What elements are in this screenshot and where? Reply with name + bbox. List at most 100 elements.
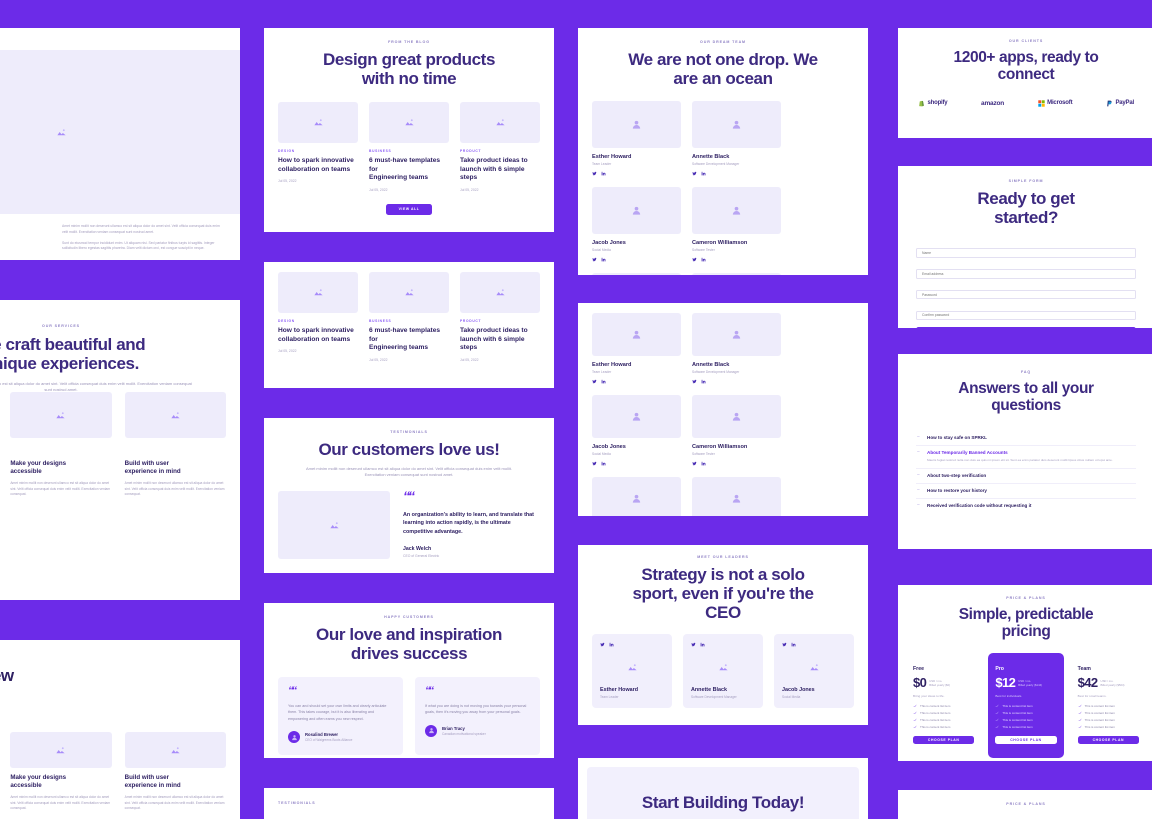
linkedin-icon[interactable] xyxy=(701,257,706,262)
testimonial-quote: An organization's ability to learn, and … xyxy=(403,511,534,535)
plan-price-line: $42 USD / mo. Billed yearly ($504) xyxy=(1078,676,1139,689)
team-member-photo xyxy=(692,477,781,516)
linkedin-icon[interactable] xyxy=(701,379,706,384)
blog-post-tag: PRODUCT xyxy=(460,149,482,154)
new-powers-card: Build with user experience in mind Amet … xyxy=(125,774,226,812)
team-member-card: Esther Howard Team Leader xyxy=(592,313,681,384)
team-member-name: Annette Black xyxy=(692,154,730,161)
twitter-icon[interactable] xyxy=(692,171,697,176)
leaders-section: MEET OUR LEADERS Strategy is not a solo … xyxy=(578,545,868,725)
testimonial-subtitle: Amet minim mollit non deserunt ullamco e… xyxy=(305,466,513,478)
team-member-role: Social Media xyxy=(592,248,611,253)
faq-item[interactable]: − About two-step verification xyxy=(916,469,1136,484)
blog-inner: FROM THE BLOG Design great products with… xyxy=(264,28,554,215)
twitter-icon[interactable] xyxy=(692,379,697,384)
blog-alt-inner: DESIGN How to spark innovative collabora… xyxy=(264,262,554,362)
linkedin-icon[interactable] xyxy=(601,461,606,466)
shopify-icon xyxy=(919,100,924,107)
hero-text-row: ur dream ke never Amet minim mollit non … xyxy=(0,224,240,260)
services-eyebrow: OUR SERVICES xyxy=(42,324,80,328)
twitter-icon[interactable] xyxy=(592,379,597,384)
choose-plan-button[interactable]: CHOOSE PLAN xyxy=(1077,735,1139,745)
team-member-photo xyxy=(592,395,681,438)
choose-plan-button[interactable]: CHOOSE PLAN xyxy=(995,735,1057,745)
email-field[interactable] xyxy=(916,269,1136,279)
password-field[interactable] xyxy=(916,289,1136,300)
plan-feature: This is content list item xyxy=(913,725,974,729)
plan-billing-meta: USD / mo. Billed yearly ($0) xyxy=(929,678,951,687)
image-placeholder-icon xyxy=(495,119,505,126)
team-eyebrow: OUR DREAM TEAM xyxy=(700,40,746,44)
pricing-header: PRICE & PLANS Simple, predictable pricin… xyxy=(898,585,1152,641)
faq-item[interactable]: − How to stay safe on SPRKL xyxy=(916,431,1136,446)
pricing-heading: Simple, predictable pricing xyxy=(958,606,1094,641)
testimonial-alt-inner: TESTIMONIALS xyxy=(264,788,554,805)
social-links xyxy=(692,171,781,176)
blog-post-card[interactable]: DESIGN How to spark innovative collabora… xyxy=(278,272,358,362)
faq-item[interactable]: − About Temporarily Banned Accounts Maur… xyxy=(916,446,1136,469)
twitter-icon[interactable] xyxy=(592,257,597,262)
linkedin-icon[interactable] xyxy=(601,379,606,384)
twitter-icon[interactable] xyxy=(592,461,597,466)
team-heading: We are not one drop. We are an ocean xyxy=(628,50,818,89)
blog-post-image xyxy=(460,272,540,313)
leader-role: Team Leader xyxy=(600,695,619,700)
plan-price: $12 xyxy=(995,674,1016,690)
faq-question: How to stay safe on SPRKL xyxy=(927,435,987,441)
plan-feature-label: This is content list item xyxy=(920,703,951,708)
blog-post-image xyxy=(278,272,358,313)
twitter-icon[interactable] xyxy=(592,171,597,176)
team-member-card: Albert Flores Project Manager xyxy=(692,273,781,275)
faq-question: Received verification code without reque… xyxy=(927,503,1032,509)
plan-price-line: $12 USD / mo. Billed yearly ($144) xyxy=(995,676,1056,689)
signup-eyebrow: SIMPLE FORM xyxy=(1008,179,1044,183)
love-header: HAPPY CUSTOMERS Our love and inspiration… xyxy=(264,603,554,663)
confirm-password-field[interactable] xyxy=(916,310,1136,321)
plan-feature: This is content list item xyxy=(913,704,974,708)
check-icon xyxy=(1078,711,1082,715)
signup-button[interactable]: SIGN UP xyxy=(916,327,1136,328)
blog-post-card[interactable]: BUSINESS 6 must-have templates for Engin… xyxy=(369,102,449,192)
name-field[interactable] xyxy=(916,248,1136,258)
blog-post-date: Jul 05, 2022 xyxy=(460,187,479,192)
blog-post-card[interactable]: PRODUCT Take product ideas to launch wit… xyxy=(460,102,540,192)
team-member-role: Team Leader xyxy=(592,162,612,167)
leader-photo xyxy=(691,647,755,687)
chevron-down-icon: − xyxy=(917,434,920,441)
check-icon xyxy=(913,718,917,722)
love-heading: Our love and inspiration drives success xyxy=(316,625,502,664)
twitter-icon[interactable] xyxy=(692,257,697,262)
blog-post-card[interactable]: DESIGN How to spark innovative collabora… xyxy=(278,102,358,192)
linkedin-icon[interactable] xyxy=(701,461,706,466)
blog-post-date: Jul 05, 2022 xyxy=(369,357,388,362)
faq-item[interactable]: − Received verification code without req… xyxy=(916,499,1136,513)
blog-post-card[interactable]: PRODUCT Take product ideas to launch wit… xyxy=(460,272,540,362)
love-author-text: Brian Tracy Canadian motivational speake… xyxy=(442,726,486,736)
pricing-plan-pro: Pro $12 USD / mo. Billed yearly ($144) B… xyxy=(988,652,1064,759)
linkedin-icon[interactable] xyxy=(601,257,606,262)
blog-post-title: Take product ideas to launch with 6 simp… xyxy=(460,157,528,182)
love-quote: If what you are doing is not moving you … xyxy=(425,703,527,715)
view-all-button[interactable]: VIEW ALL xyxy=(386,203,432,215)
person-icon xyxy=(732,494,741,503)
faq-item[interactable]: − How to restore your history xyxy=(916,484,1136,499)
team-member-grid: Esther Howard Team Leader Annette Black … xyxy=(592,313,854,516)
blog-post-card[interactable]: BUSINESS 6 must-have templates for Engin… xyxy=(369,272,449,362)
team-member-role: Team Leader xyxy=(592,370,612,374)
pricing-section-alt: PRICE & PLANS xyxy=(898,790,1152,819)
linkedin-icon[interactable] xyxy=(701,171,706,176)
blog-heading: Design great products with no time xyxy=(322,50,496,89)
twitter-icon[interactable] xyxy=(692,461,697,466)
service-image xyxy=(124,392,226,438)
signup-form: SIGN UP Already have an account? xyxy=(916,241,1136,328)
team-member-card: Cameron Williamson Software Tester xyxy=(692,395,781,466)
testimonial-alt-eyebrow: TESTIMONIALS xyxy=(278,801,316,805)
plan-feature: This is content list item xyxy=(913,718,974,722)
avatar xyxy=(425,724,437,737)
plan-feature-label: This is content list item xyxy=(1084,703,1115,708)
person-icon xyxy=(632,206,641,215)
hero-paragraph: Amet minim mollit non deserunt ullamco e… xyxy=(62,224,220,234)
plan-feature-label: This is content list item xyxy=(1002,703,1033,708)
choose-plan-button[interactable]: CHOOSE PLAN xyxy=(913,735,975,745)
linkedin-icon[interactable] xyxy=(601,171,606,176)
